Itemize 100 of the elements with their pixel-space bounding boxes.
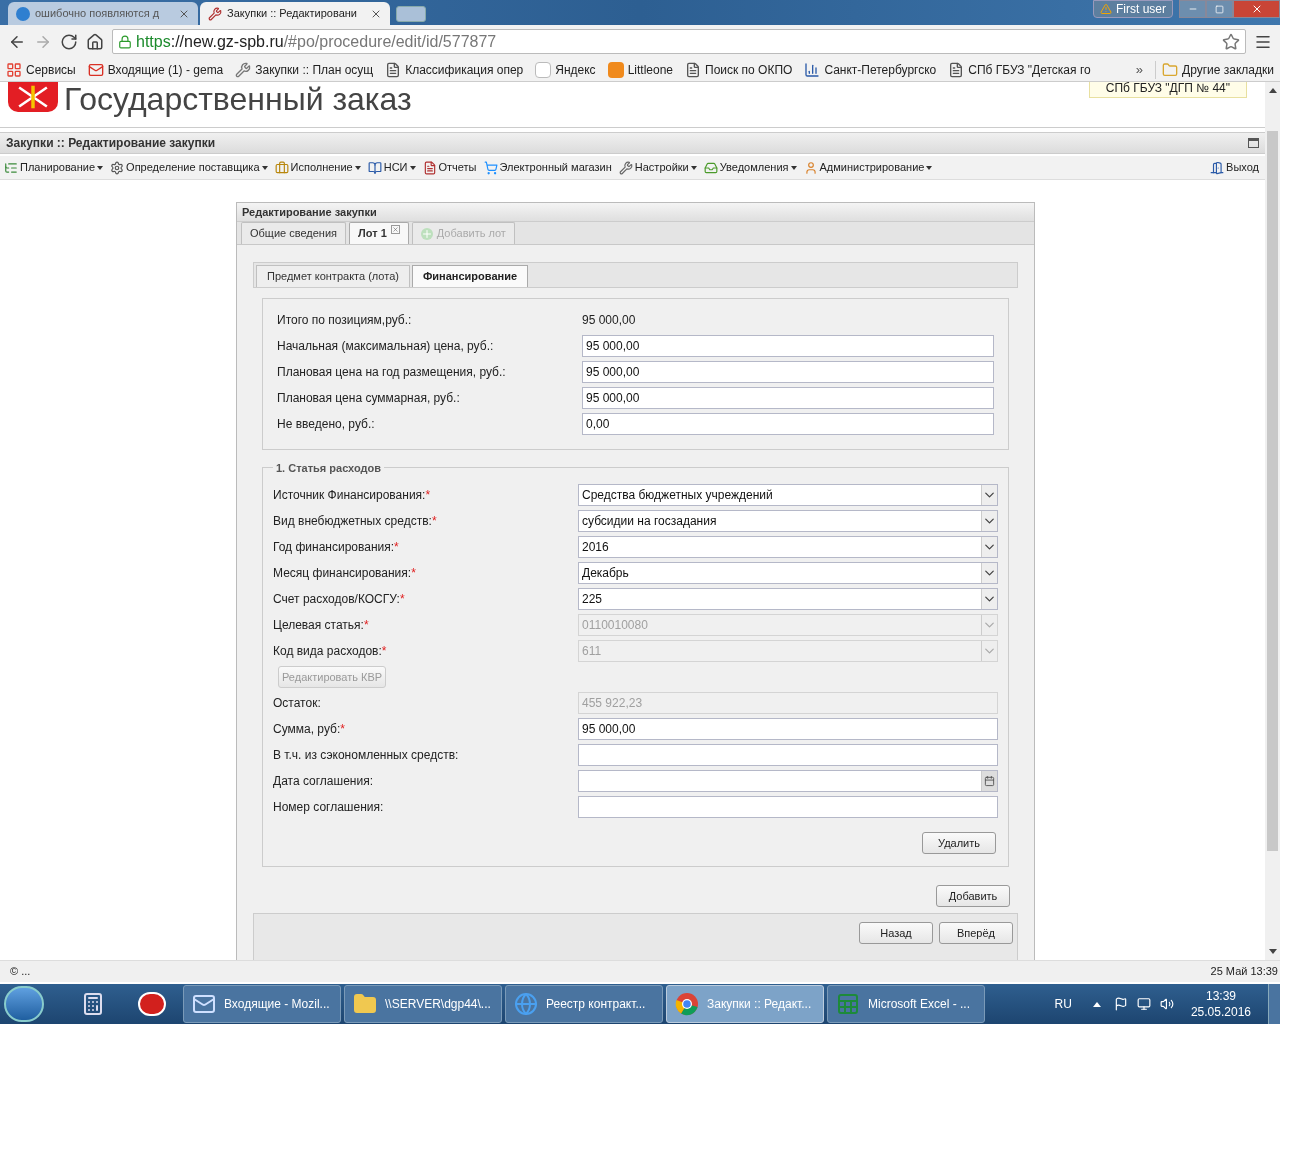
field-label: Плановая цена на год размещения, руб.: [277,364,507,382]
warning-icon [1100,3,1112,15]
reload-icon[interactable] [60,32,78,51]
delete-button[interactable]: Удалить [922,832,996,855]
input-field[interactable]: 0,00 [582,413,994,436]
date-field[interactable] [578,770,998,793]
menu-item[interactable]: Отчеты [422,159,477,176]
field-label: Плановая цена суммарная, руб.: [277,390,461,408]
field-label: Номер соглашения: [273,799,385,817]
back-button[interactable]: Назад [859,922,933,945]
bookmark[interactable]: Сервисы [6,60,76,79]
lock-icon [118,34,132,49]
bookmark[interactable]: Поиск по ОКПО [685,60,793,79]
flag-icon[interactable] [1113,997,1128,1011]
mail-icon [192,992,216,1016]
input-field[interactable]: 95 000,00 [582,335,994,358]
input-field[interactable] [578,744,998,767]
minimize-panel-icon[interactable] [1248,138,1259,148]
browser-tab[interactable]: ошибочно появляются д [8,2,198,25]
dropdown-field[interactable]: 225 [578,588,998,611]
dropdown-caret-icon [97,165,104,170]
book-icon [367,160,382,175]
bookmark[interactable]: Классификация опер [385,60,524,79]
volume-icon[interactable] [1159,997,1174,1011]
add-button[interactable]: Добавить [936,885,1010,908]
gears-icon [110,160,125,175]
input-field[interactable]: 95 000,00 [582,361,994,384]
taskbar-window-button[interactable]: Microsoft Excel - ... [827,985,985,1023]
dropdown-caret-icon [261,165,268,170]
panel-title: Редактирование закупки [242,204,377,220]
field-label: В т.ч. из сэкономленных средств: [273,747,460,765]
page-icon [685,61,701,78]
browser-tab[interactable]: Закупки :: Редактировани [200,2,390,25]
dropdown-field[interactable]: Декабрь [578,562,998,585]
form-tab[interactable]: Лот 1 [349,222,409,245]
start-button[interactable] [4,986,44,1022]
other-bookmarks[interactable]: Другие закладки [1155,60,1274,79]
dropdown-field[interactable]: 2016 [578,536,998,559]
taskbar-window-button[interactable]: Входящие - Mozil... [183,985,341,1023]
chrome-logo-icon [675,992,699,1016]
address-bar[interactable]: https://new.gz-spb.ru/#po/procedure/edit/id/577877 [112,29,1246,54]
logout-link[interactable]: Выход [1210,159,1259,176]
bookmark[interactable]: Санкт-Петербургско [804,60,937,79]
network-icon[interactable] [1136,997,1151,1011]
dropdown-caret-icon [409,165,416,170]
apps-grid-icon [6,61,22,78]
taskbar-window-button[interactable]: Реестр контракт... [505,985,663,1023]
menu-item[interactable]: Исполнение [274,159,361,176]
menu-item[interactable]: Электронный магазин [483,159,612,176]
more-bookmarks-button[interactable]: » [1135,59,1144,80]
site-title: Государственный заказ [64,82,412,119]
bookmark[interactable]: Закупки :: План осущ [235,60,374,79]
taskbar-window-button[interactable]: \\SERVER\dgp44\... [344,985,502,1023]
tab-title: Закупки :: Редактировани [227,6,358,22]
menu-item[interactable]: Уведомления [703,159,797,176]
calculator-icon [81,992,105,1016]
show-hidden-icons-icon[interactable] [1092,1001,1101,1007]
field-label: Итого по позициям,руб.: [277,312,413,330]
restore-icon [1215,4,1224,14]
subtab[interactable]: Финансирование [411,265,529,288]
tray-icon [703,160,718,175]
home-icon[interactable] [86,32,104,51]
list-icon [4,160,18,175]
bookmark[interactable]: Яндекс [535,60,596,79]
menu-item[interactable]: НСИ [367,159,416,176]
bookmark[interactable]: Входящие (1) - gema [87,60,224,79]
clock[interactable]: 13:39 25.05.2016 [1190,988,1251,1020]
field-label: Сумма, руб:* [273,721,346,739]
briefcase-icon [274,160,289,175]
tab-title: ошибочно появляются д [35,6,161,22]
bookmark[interactable]: Littleone [607,60,673,79]
menu-item[interactable]: Настройки [618,159,697,176]
input-field[interactable]: 95 000,00 [582,387,994,410]
dropdown-caret-icon [690,165,697,170]
bookmark-star-icon[interactable] [1222,32,1240,51]
total-value: 95 000,00 [582,312,636,330]
next-button[interactable]: Вперёд [939,922,1013,945]
field-label: Остаток: [273,695,322,713]
menu-item[interactable]: Администрирование [803,159,933,176]
form-tab[interactable]: Общие сведения [241,222,347,245]
field-label: Дата соглашения: [273,773,374,791]
calendar-icon[interactable] [981,771,997,792]
subtab[interactable]: Предмет контракта (лота) [256,265,410,288]
menu-item[interactable]: Планирование [4,159,104,176]
scrollbar[interactable] [1265,82,1280,960]
dropdown-field[interactable]: субсидии на госзадания [578,510,998,533]
field-label: Начальная (максимальная) цена, руб.: [277,338,495,356]
menu-item[interactable]: Определение поставщика [110,159,268,176]
dropdown-caret-icon [354,165,361,170]
input-field[interactable]: 95 000,00 [578,718,998,741]
close-tab-icon[interactable] [390,225,400,235]
bar-chart-icon [804,61,821,78]
dropdown-field[interactable]: Средства бюджетных учреждений [578,484,998,507]
user-badge[interactable]: First user [1093,0,1173,18]
dropdown-caret-icon [926,165,933,170]
field-label: Счет расходов/КОСГУ:* [273,591,406,609]
input-field[interactable] [578,796,998,819]
folder-icon [353,992,377,1016]
language-indicator[interactable]: RU [1054,995,1072,1013]
bookmark[interactable]: СПб ГБУЗ "Детская го [948,60,1091,79]
